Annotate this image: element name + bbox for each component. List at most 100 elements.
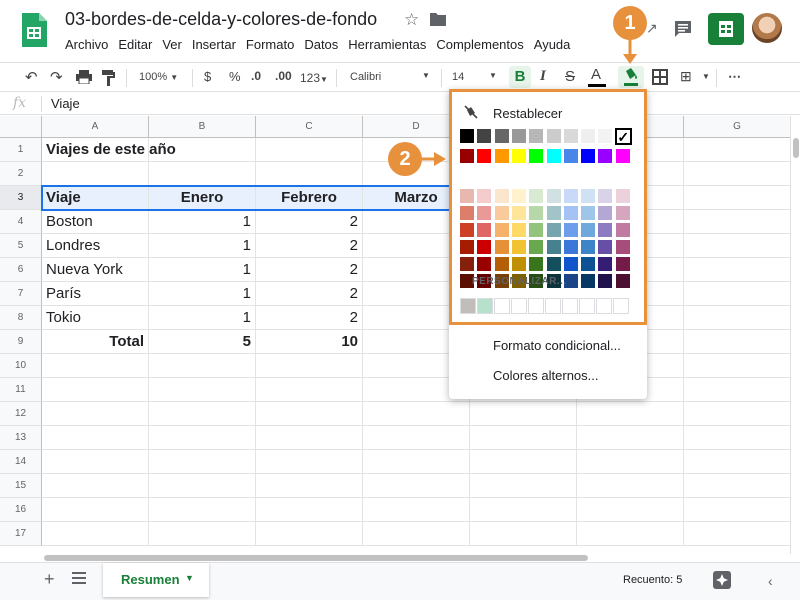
redo-icon[interactable]: ↷ (50, 68, 63, 86)
menu-archivo[interactable]: Archivo (60, 36, 113, 53)
grid-cell[interactable] (684, 402, 790, 426)
grid-cell[interactable] (256, 378, 363, 402)
grid-cell[interactable] (684, 138, 790, 162)
spreadsheet-grid[interactable]: A B C D E F G 1234567891011121314151617 … (0, 116, 790, 554)
collapse-side-panel-icon[interactable]: ‹ (768, 573, 773, 589)
grid-cell[interactable] (470, 426, 577, 450)
grid-cell[interactable] (577, 474, 684, 498)
menu-insertar[interactable]: Insertar (187, 36, 241, 53)
grid-cell[interactable] (149, 474, 256, 498)
row-header-10[interactable]: 10 (0, 354, 42, 378)
row-header-1[interactable]: 1 (0, 138, 42, 162)
conditional-format-option[interactable]: Formato condicional... (493, 338, 621, 353)
font-select[interactable]: Calibri ▼ (350, 71, 430, 83)
document-title[interactable]: 03-bordes-de-celda-y-colores-de-fondo (65, 9, 377, 30)
grid-cell[interactable] (577, 426, 684, 450)
grid-cell[interactable] (42, 474, 149, 498)
grid-cell[interactable] (149, 162, 256, 186)
data-cell-trip[interactable]: Nueva York (42, 258, 149, 282)
grid-cell[interactable] (256, 162, 363, 186)
merge-dropdown-icon[interactable]: ▼ (702, 72, 710, 81)
column-header-g[interactable]: G (684, 116, 790, 138)
grid-cell[interactable] (42, 378, 149, 402)
font-size-select[interactable]: 14 ▼ (452, 71, 498, 83)
horizontal-scroll-thumb[interactable] (44, 555, 588, 561)
grid-cell[interactable] (577, 402, 684, 426)
grid-cell[interactable] (363, 426, 470, 450)
row-header-12[interactable]: 12 (0, 402, 42, 426)
row-header-6[interactable]: 6 (0, 258, 42, 282)
grid-cell[interactable] (470, 522, 577, 546)
row-header-2[interactable]: 2 (0, 162, 42, 186)
grid-cell[interactable] (42, 426, 149, 450)
grid-cell[interactable] (363, 474, 470, 498)
column-header-b[interactable]: B (149, 116, 256, 138)
italic-button[interactable]: I (540, 68, 546, 85)
strikethrough-button[interactable]: S (565, 68, 575, 85)
total-enero-cell[interactable]: 5 (149, 330, 256, 354)
menu-ver[interactable]: Ver (157, 36, 187, 53)
header-cell-enero[interactable]: Enero (149, 186, 256, 210)
row-header-13[interactable]: 13 (0, 426, 42, 450)
grid-cell[interactable] (149, 450, 256, 474)
grid-cell[interactable] (684, 282, 790, 306)
formula-input[interactable]: Viaje (51, 96, 80, 111)
grid-cell[interactable] (149, 522, 256, 546)
data-cell-trip[interactable]: Londres (42, 234, 149, 258)
grid-cell[interactable] (256, 402, 363, 426)
grid-cell[interactable] (256, 522, 363, 546)
row-header-15[interactable]: 15 (0, 474, 42, 498)
print-icon[interactable] (76, 70, 92, 84)
data-cell-trip[interactable]: Boston (42, 210, 149, 234)
row-header-11[interactable]: 11 (0, 378, 42, 402)
grid-cell[interactable] (684, 234, 790, 258)
grid-cell[interactable] (42, 498, 149, 522)
column-header-a[interactable]: A (42, 116, 149, 138)
grid-cell[interactable] (684, 258, 790, 282)
grid-cell[interactable] (684, 498, 790, 522)
data-cell-enero[interactable]: 1 (149, 282, 256, 306)
user-avatar[interactable] (752, 13, 782, 43)
grid-cell[interactable] (256, 426, 363, 450)
grid-cell[interactable] (684, 378, 790, 402)
bold-button[interactable]: B (509, 66, 531, 88)
all-sheets-icon[interactable] (72, 572, 86, 584)
grid-cell[interactable] (256, 138, 363, 162)
data-cell-febrero[interactable]: 2 (256, 306, 363, 330)
column-header-c[interactable]: C (256, 116, 363, 138)
grid-cell[interactable] (684, 306, 790, 330)
grid-cell[interactable] (256, 474, 363, 498)
text-color-button[interactable]: A (591, 66, 601, 83)
grid-cell[interactable] (42, 450, 149, 474)
grid-cell[interactable] (363, 450, 470, 474)
grid-cell[interactable] (149, 378, 256, 402)
currency-button[interactable]: $ (204, 69, 211, 84)
grid-cell[interactable] (42, 402, 149, 426)
grid-cell[interactable] (42, 354, 149, 378)
grid-cell[interactable] (149, 354, 256, 378)
row-header-17[interactable]: 17 (0, 522, 42, 546)
alternating-colors-option[interactable]: Colores alternos... (493, 368, 599, 383)
data-cell-enero[interactable]: 1 (149, 210, 256, 234)
sheets-logo-icon[interactable] (20, 11, 48, 49)
grid-cell[interactable] (577, 522, 684, 546)
increase-decimal-button[interactable]: .00 (275, 69, 292, 83)
vertical-scroll-thumb[interactable] (793, 138, 799, 158)
star-icon[interactable]: ☆ (404, 10, 419, 30)
sheet-tab-resumen[interactable]: Resumen ▼ (103, 563, 209, 597)
grid-cell[interactable] (684, 186, 790, 210)
sheet-title-cell[interactable]: Viajes de este año (42, 138, 256, 162)
grid-cell[interactable] (684, 354, 790, 378)
data-cell-febrero[interactable]: 2 (256, 282, 363, 306)
data-cell-enero[interactable]: 1 (149, 234, 256, 258)
data-cell-trip[interactable]: París (42, 282, 149, 306)
percent-button[interactable]: % (229, 69, 241, 84)
chevron-down-icon[interactable]: ▼ (185, 573, 194, 583)
more-options-button[interactable]: ⋯ (728, 69, 741, 85)
menu-complementos[interactable]: Complementos (431, 36, 528, 53)
row-header-8[interactable]: 8 (0, 306, 42, 330)
trend-icon[interactable]: ↗ (646, 20, 658, 37)
grid-cell[interactable] (684, 210, 790, 234)
zoom-select[interactable]: 100% ▼ (139, 71, 178, 83)
comments-icon[interactable] (672, 18, 694, 40)
